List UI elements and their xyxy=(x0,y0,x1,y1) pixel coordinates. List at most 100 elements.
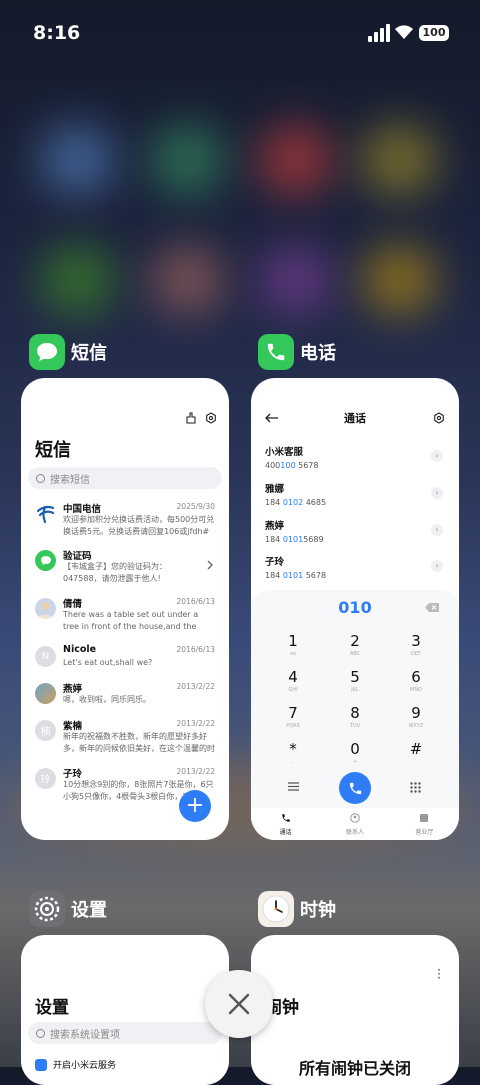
contact-row[interactable]: 小米客服 400100 5678 › xyxy=(265,444,445,476)
number-suffix: 4685 xyxy=(303,498,327,507)
sms-app-icon xyxy=(29,334,65,370)
contact-name: 雅娜 xyxy=(265,484,285,495)
key-letters: DEF xyxy=(411,651,421,657)
app-label-settings[interactable]: 设置 xyxy=(29,891,107,927)
keypad-grid-icon[interactable] xyxy=(410,782,421,793)
person-icon xyxy=(350,813,360,823)
avatar xyxy=(35,598,56,619)
dial-key[interactable]: 1 oo xyxy=(268,632,318,657)
contact-row[interactable]: 雅娜 184 0102 4685 › xyxy=(265,481,445,513)
list-item[interactable]: 楠 紫楠 2013/2/22 新年的祝福数不胜数，新年的愿望好多好多，新年的问候… xyxy=(35,718,215,758)
contact-row[interactable]: 子玲 184 0101 5678 › xyxy=(265,554,445,586)
list-item[interactable]: N Nicole 2016/6/13 Let's eat out,shall w… xyxy=(35,644,215,684)
key-digit: 3 xyxy=(411,632,421,650)
phone-app-card[interactable]: 通话 小米客服 400100 5678 › 雅娜 184 0102 4685 ›… xyxy=(251,378,459,840)
avatar: N xyxy=(35,646,56,667)
message-preview: 嗯，收到啦，同乐同乐。 xyxy=(63,695,151,704)
dial-key[interactable]: 5 JKL xyxy=(330,668,380,693)
app-label-phone[interactable]: 电话 xyxy=(258,334,336,370)
close-all-button[interactable] xyxy=(205,970,273,1038)
key-digit: 0 xyxy=(350,740,360,758)
key-digit: 9 xyxy=(411,704,421,722)
dialpad: 010 1 oo 2 ABC 3 DEF 4 GHI 5 JKL 6 MNO 7 PQRS 8… xyxy=(251,590,459,840)
dial-key[interactable]: 0 + xyxy=(330,740,380,765)
tab-label: 联系人 xyxy=(345,829,364,836)
chevron-right-icon[interactable]: › xyxy=(431,524,443,536)
signal-icon xyxy=(368,24,390,42)
message-date: 2025/9/30 xyxy=(176,502,215,511)
settings-item-cloud[interactable]: 开启小米云服务 xyxy=(35,1058,116,1071)
tab-calls[interactable]: 通话 xyxy=(251,808,320,840)
tab-contacts[interactable]: 联系人 xyxy=(320,808,389,840)
battery-indicator: 100 xyxy=(419,25,449,41)
clock-app-card[interactable]: · · · 闹钟 所有闹钟已关闭 xyxy=(251,935,459,1085)
key-letters: oo xyxy=(289,651,297,657)
dial-key[interactable]: *, xyxy=(268,740,318,765)
message-sender: 验证码 xyxy=(63,551,92,562)
message-sender: Nicole xyxy=(63,644,97,655)
key-letters: MNO xyxy=(410,687,422,693)
sms-app-card[interactable]: 短信 搜索短信 中国电信 2025/9/30 欢迎参加积分兑换话费活动，每500… xyxy=(21,378,229,840)
message-preview: Let's eat out,shall we? xyxy=(63,658,153,667)
dial-key[interactable]: 6 MNO xyxy=(391,668,441,693)
list-item[interactable]: 倩倩 2016/6/13 There was a table set out u… xyxy=(35,596,215,636)
search-input[interactable]: 搜索短信 xyxy=(28,467,222,489)
app-label-sms[interactable]: 短信 xyxy=(29,334,107,370)
key-digit: # xyxy=(409,740,423,758)
list-item[interactable]: 验证码 【韦城盒子】您的验证码为：047588，请勿泄露于他人! xyxy=(35,548,215,588)
dial-key[interactable]: 2 ABC xyxy=(330,632,380,657)
key-digit: * xyxy=(289,740,297,758)
app-label-clock[interactable]: 时钟 xyxy=(258,891,336,927)
search-icon xyxy=(36,473,45,483)
contact-number: 400100 5678 xyxy=(265,461,445,470)
dial-key[interactable]: 7 PQRS xyxy=(268,704,318,729)
new-message-button[interactable]: + xyxy=(179,790,211,822)
more-options-icon[interactable]: · · · xyxy=(437,964,441,984)
clean-brush-icon[interactable] xyxy=(185,412,197,424)
gear-icon[interactable] xyxy=(433,412,445,424)
contact-row[interactable]: 燕婷 184 01015689 › xyxy=(265,518,445,550)
message-date: 2016/6/13 xyxy=(176,645,215,654)
message-date: 2013/2/22 xyxy=(176,767,215,776)
search-input[interactable]: 搜索系统设置项 xyxy=(28,1022,222,1044)
chevron-right-icon[interactable]: › xyxy=(431,560,443,572)
search-icon xyxy=(36,1028,45,1038)
key-letters: WXYZ xyxy=(408,723,424,729)
message-preview: There was a table set out under a tree i… xyxy=(63,610,199,631)
message-preview: 【韦城盒子】您的验证码为：047588，请勿泄露于他人! xyxy=(63,562,167,583)
dial-key[interactable]: # xyxy=(391,740,441,759)
dial-key[interactable]: 8 TUV xyxy=(330,704,380,729)
contact-number: 184 0102 4685 xyxy=(265,498,445,507)
dial-key[interactable]: 9 WXYZ xyxy=(391,704,441,729)
phone-icon xyxy=(281,814,290,822)
avatar: 玲 xyxy=(35,768,56,789)
status-bar: 8:16 100 xyxy=(0,0,480,68)
list-item[interactable]: 燕婷 2013/2/22 嗯，收到啦，同乐同乐。 xyxy=(35,681,215,721)
page-title: 短信 xyxy=(35,440,71,461)
status-time: 8:16 xyxy=(33,22,81,44)
message-sender: 中国电信 xyxy=(63,504,102,515)
chevron-right-icon[interactable]: › xyxy=(431,487,443,499)
search-placeholder: 搜索短信 xyxy=(50,474,90,486)
dial-key[interactable]: 4 GHI xyxy=(268,668,318,693)
number-match: 0102 xyxy=(282,498,304,507)
backspace-icon[interactable] xyxy=(425,603,439,612)
contact-name: 燕婷 xyxy=(265,521,285,532)
tab-service-hall[interactable]: 营业厅 xyxy=(390,808,459,840)
message-sender: 子玲 xyxy=(63,769,83,780)
key-digit: 5 xyxy=(350,668,360,686)
telecom-logo-icon xyxy=(35,503,56,524)
dial-key[interactable]: 3 DEF xyxy=(391,632,441,657)
number-match: 100 xyxy=(280,461,296,470)
list-item[interactable]: 中国电信 2025/9/30 欢迎参加积分兑换话费活动，每500分可兑换话费5元… xyxy=(35,501,215,541)
clock-app-icon xyxy=(258,891,294,927)
chevron-right-icon[interactable]: › xyxy=(431,450,443,462)
settings-app-card[interactable]: 设置 搜索系统设置项 开启小米云服务 xyxy=(21,935,229,1085)
gear-icon[interactable] xyxy=(205,412,217,424)
empty-state-text: 所有闹钟已关闭 xyxy=(298,1059,411,1078)
menu-icon[interactable] xyxy=(288,782,299,791)
phone-icon xyxy=(349,782,361,794)
message-sender: 倩倩 xyxy=(63,599,83,610)
call-button[interactable] xyxy=(339,772,371,804)
key-digit: 8 xyxy=(350,704,360,722)
